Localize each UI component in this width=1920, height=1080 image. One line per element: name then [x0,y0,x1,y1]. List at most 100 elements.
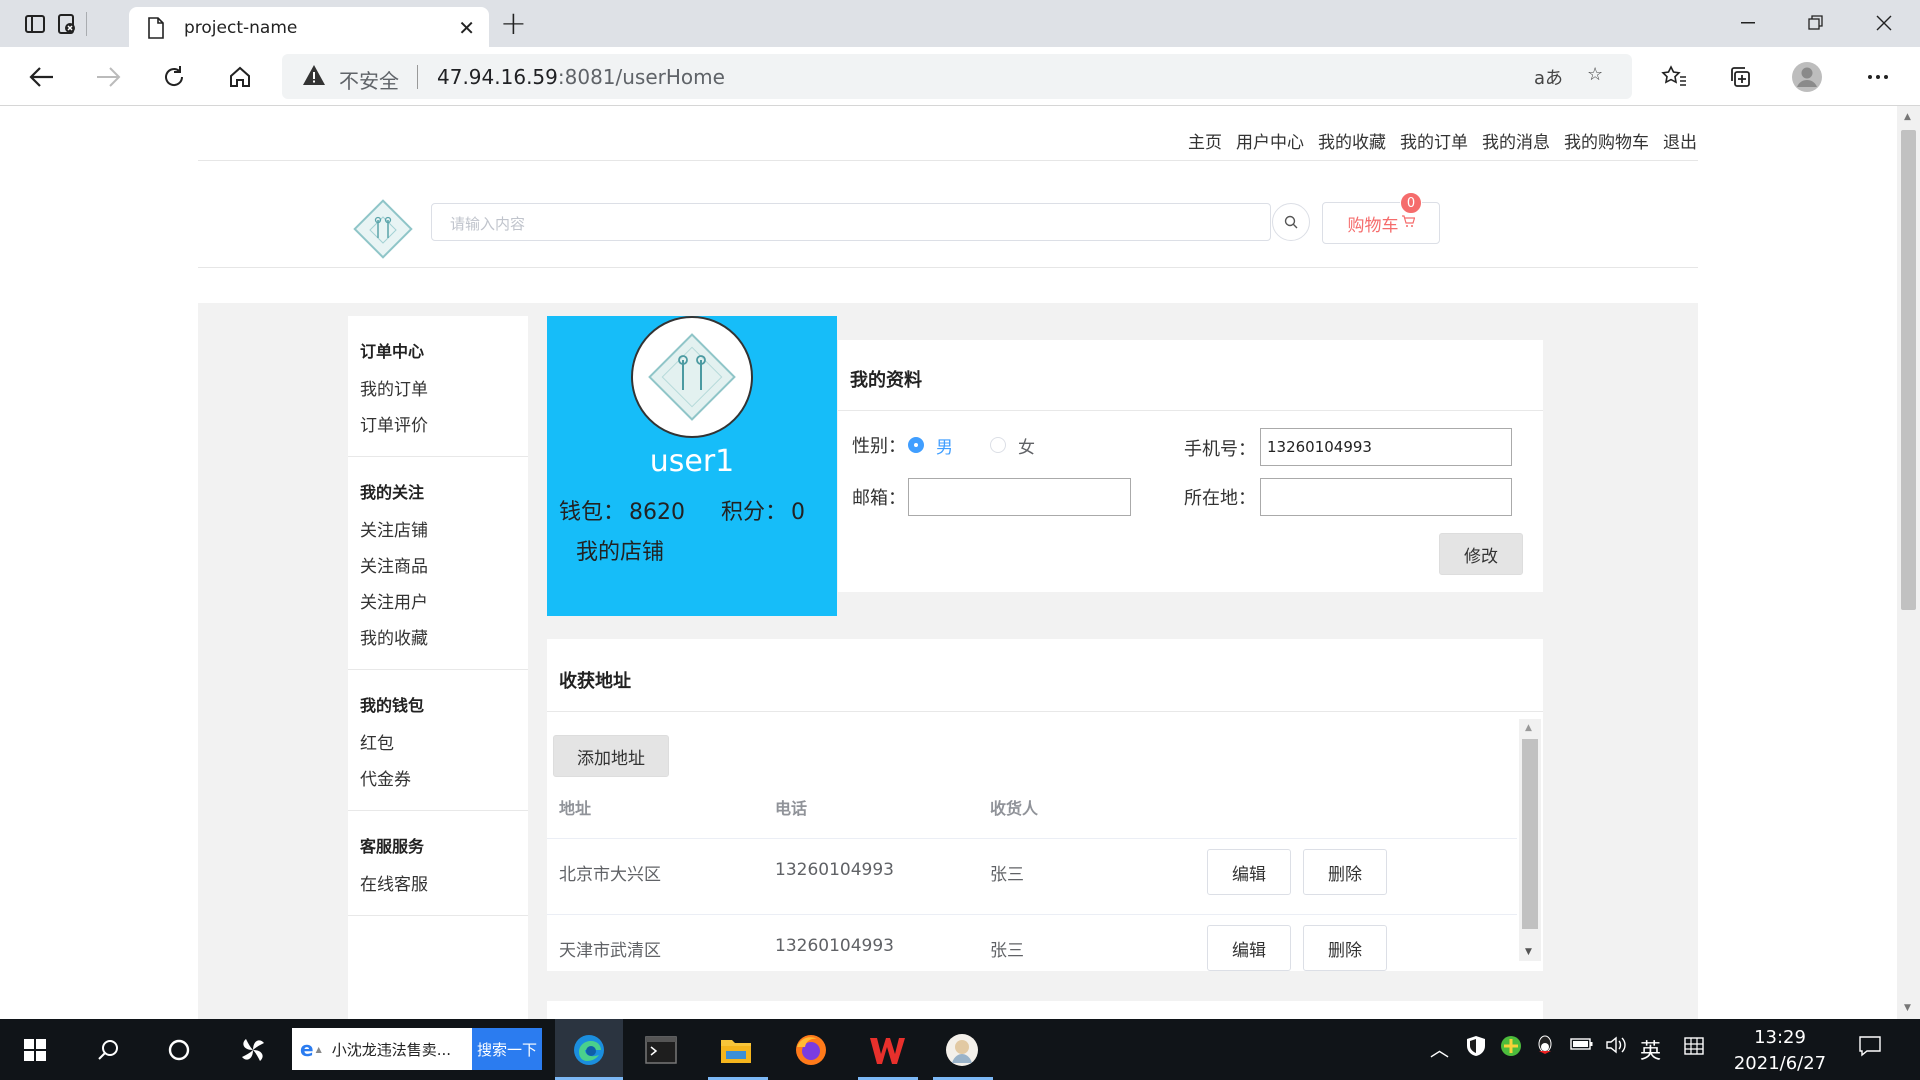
scroll-down-icon[interactable]: ▼ [1904,1003,1911,1013]
terminal-icon[interactable] [640,1029,682,1071]
sidebar-item[interactable]: 代金券 [360,768,516,792]
topnav-item[interactable]: 我的消息 [1482,128,1550,153]
phone-field[interactable]: 13260104993 [1260,428,1512,466]
avatar[interactable] [631,316,753,438]
row-receiver: 张三 [990,941,1024,961]
qq-tray-icon[interactable] [1535,1035,1555,1062]
profile-avatar-icon[interactable] [1789,59,1825,95]
gender-male-radio[interactable] [908,437,924,453]
sidebar-group-title: 客服服务 [360,837,425,856]
page-scrollbar[interactable]: ▲ ▼ [1897,106,1920,1019]
address-title: 收获地址 [559,671,631,692]
collections-icon[interactable] [1722,59,1758,95]
tab-actions-icon[interactable] [20,9,50,39]
show-hidden-icons[interactable]: ︿ [1430,1035,1449,1062]
workspaces-icon[interactable] [49,9,85,39]
new-tab-icon[interactable]: + [500,7,527,39]
security-tray-icon[interactable] [1465,1035,1487,1062]
topnav-item[interactable]: 我的订单 [1400,128,1468,153]
edge-icon[interactable] [568,1029,610,1071]
search-icon[interactable] [1272,203,1310,241]
more-menu-icon[interactable] [1860,59,1896,95]
delete-address-button[interactable]: 删除 [1303,849,1387,895]
back-icon[interactable] [24,59,60,95]
ime-mode-icon[interactable] [1683,1035,1705,1062]
row-address: 天津市武清区 [559,941,661,961]
update-profile-button[interactable]: 修改 [1439,533,1523,575]
scroll-up-icon[interactable]: ▲ [1525,723,1532,733]
sidebar-item[interactable]: 在线客服 [360,873,516,897]
wps-icon[interactable] [866,1029,908,1071]
browser-tab[interactable]: project-name ✕ [129,7,489,47]
minimize-icon[interactable] [1731,6,1765,40]
topnav-item[interactable]: 我的收藏 [1318,128,1386,153]
topnav-item[interactable]: 退出 [1663,128,1697,153]
taskbar: e ▲ 小沈龙违法售卖... 搜索一下 ︿ 英 13:29 2021/6/27 [0,1019,1920,1080]
search-input[interactable]: 请输入内容 [431,203,1271,241]
phone-label: 手机号： [1184,439,1256,460]
green-tray-icon[interactable] [1500,1035,1522,1062]
site-logo[interactable] [348,194,418,268]
start-icon[interactable] [14,1029,56,1071]
restore-icon[interactable] [1799,6,1833,40]
sidebar-item[interactable]: 我的订单 [360,378,516,402]
close-tab-icon[interactable]: ✕ [458,16,475,40]
favorites-icon[interactable] [1656,59,1692,95]
topnav-item[interactable]: 我的购物车 [1564,128,1649,153]
sidebar-item[interactable]: 订单评价 [360,414,516,438]
forward-icon[interactable] [90,59,126,95]
edit-address-button[interactable]: 编辑 [1207,849,1291,895]
add-address-button[interactable]: 添加地址 [553,735,669,777]
page-scroll-thumb[interactable] [1901,130,1916,610]
home-icon[interactable] [222,59,258,95]
sidebar-item[interactable]: 关注商品 [360,555,516,579]
gender-male-label[interactable]: 男 [936,433,953,458]
address-bar[interactable]: 不安全 47.94.16.59:8081/userHome aあ ☆ [282,54,1632,99]
security-status[interactable]: 不安全 [339,65,399,94]
pinwheel-app-icon[interactable] [232,1029,274,1071]
sidebar-item[interactable]: 关注店铺 [360,519,516,543]
refresh-icon[interactable] [156,59,192,95]
sidebar-item[interactable]: 我的收藏 [360,627,516,651]
read-aloud-icon[interactable]: aあ [1534,64,1563,90]
taskbar-search-button[interactable]: 搜索一下 [472,1028,542,1070]
firefox-icon[interactable] [790,1029,832,1071]
edit-address-button[interactable]: 编辑 [1207,925,1291,971]
gender-label: 性别： [852,436,906,457]
volume-icon[interactable] [1605,1035,1629,1060]
cart-count-badge: 0 [1400,192,1422,214]
ime-language[interactable]: 英 [1640,1035,1661,1065]
add-favorite-icon[interactable]: ☆ [1587,64,1603,85]
my-shop-link[interactable]: 我的店铺 [576,534,664,566]
email-field[interactable] [908,478,1131,516]
cart-button[interactable]: 购物车 [1322,202,1440,244]
user-app-icon[interactable] [941,1029,983,1071]
scroll-up-icon[interactable]: ▲ [1904,112,1911,122]
address-scrollbar[interactable]: ▲ ▼ [1519,719,1541,961]
taskbar-search-box[interactable]: e ▲ 小沈龙违法售卖... 搜索一下 [292,1028,542,1070]
gender-female-label[interactable]: 女 [1018,433,1035,458]
sidebar-group: 客服服务 在线客服 [348,811,528,916]
delete-address-button[interactable]: 删除 [1303,925,1387,971]
sidebar-group: 订单中心 我的订单 订单评价 [348,316,528,457]
topnav-item[interactable]: 用户中心 [1236,128,1304,153]
file-explorer-icon[interactable] [715,1029,757,1071]
close-window-icon[interactable] [1867,6,1901,40]
cortana-icon[interactable] [158,1029,200,1071]
taskbar-search-icon[interactable] [88,1029,130,1071]
topnav-item[interactable]: 主页 [1188,128,1222,153]
location-field[interactable] [1260,478,1512,516]
gender-female-radio[interactable] [990,437,1006,453]
sidebar-item[interactable]: 红包 [360,732,516,756]
table-divider [547,914,1517,915]
url-text[interactable]: 47.94.16.59:8081/userHome [437,65,725,89]
warning-icon[interactable] [302,64,326,90]
scroll-down-icon[interactable]: ▼ [1525,947,1532,957]
notification-icon[interactable] [1858,1035,1882,1062]
system-clock[interactable]: 13:29 2021/6/27 [1720,1025,1840,1077]
expand-icon: ▲ [315,1044,322,1054]
battery-icon[interactable] [1570,1035,1594,1057]
sidebar-item[interactable]: 关注用户 [360,591,516,615]
address-divider [547,711,1543,712]
address-scroll-thumb[interactable] [1522,739,1538,929]
